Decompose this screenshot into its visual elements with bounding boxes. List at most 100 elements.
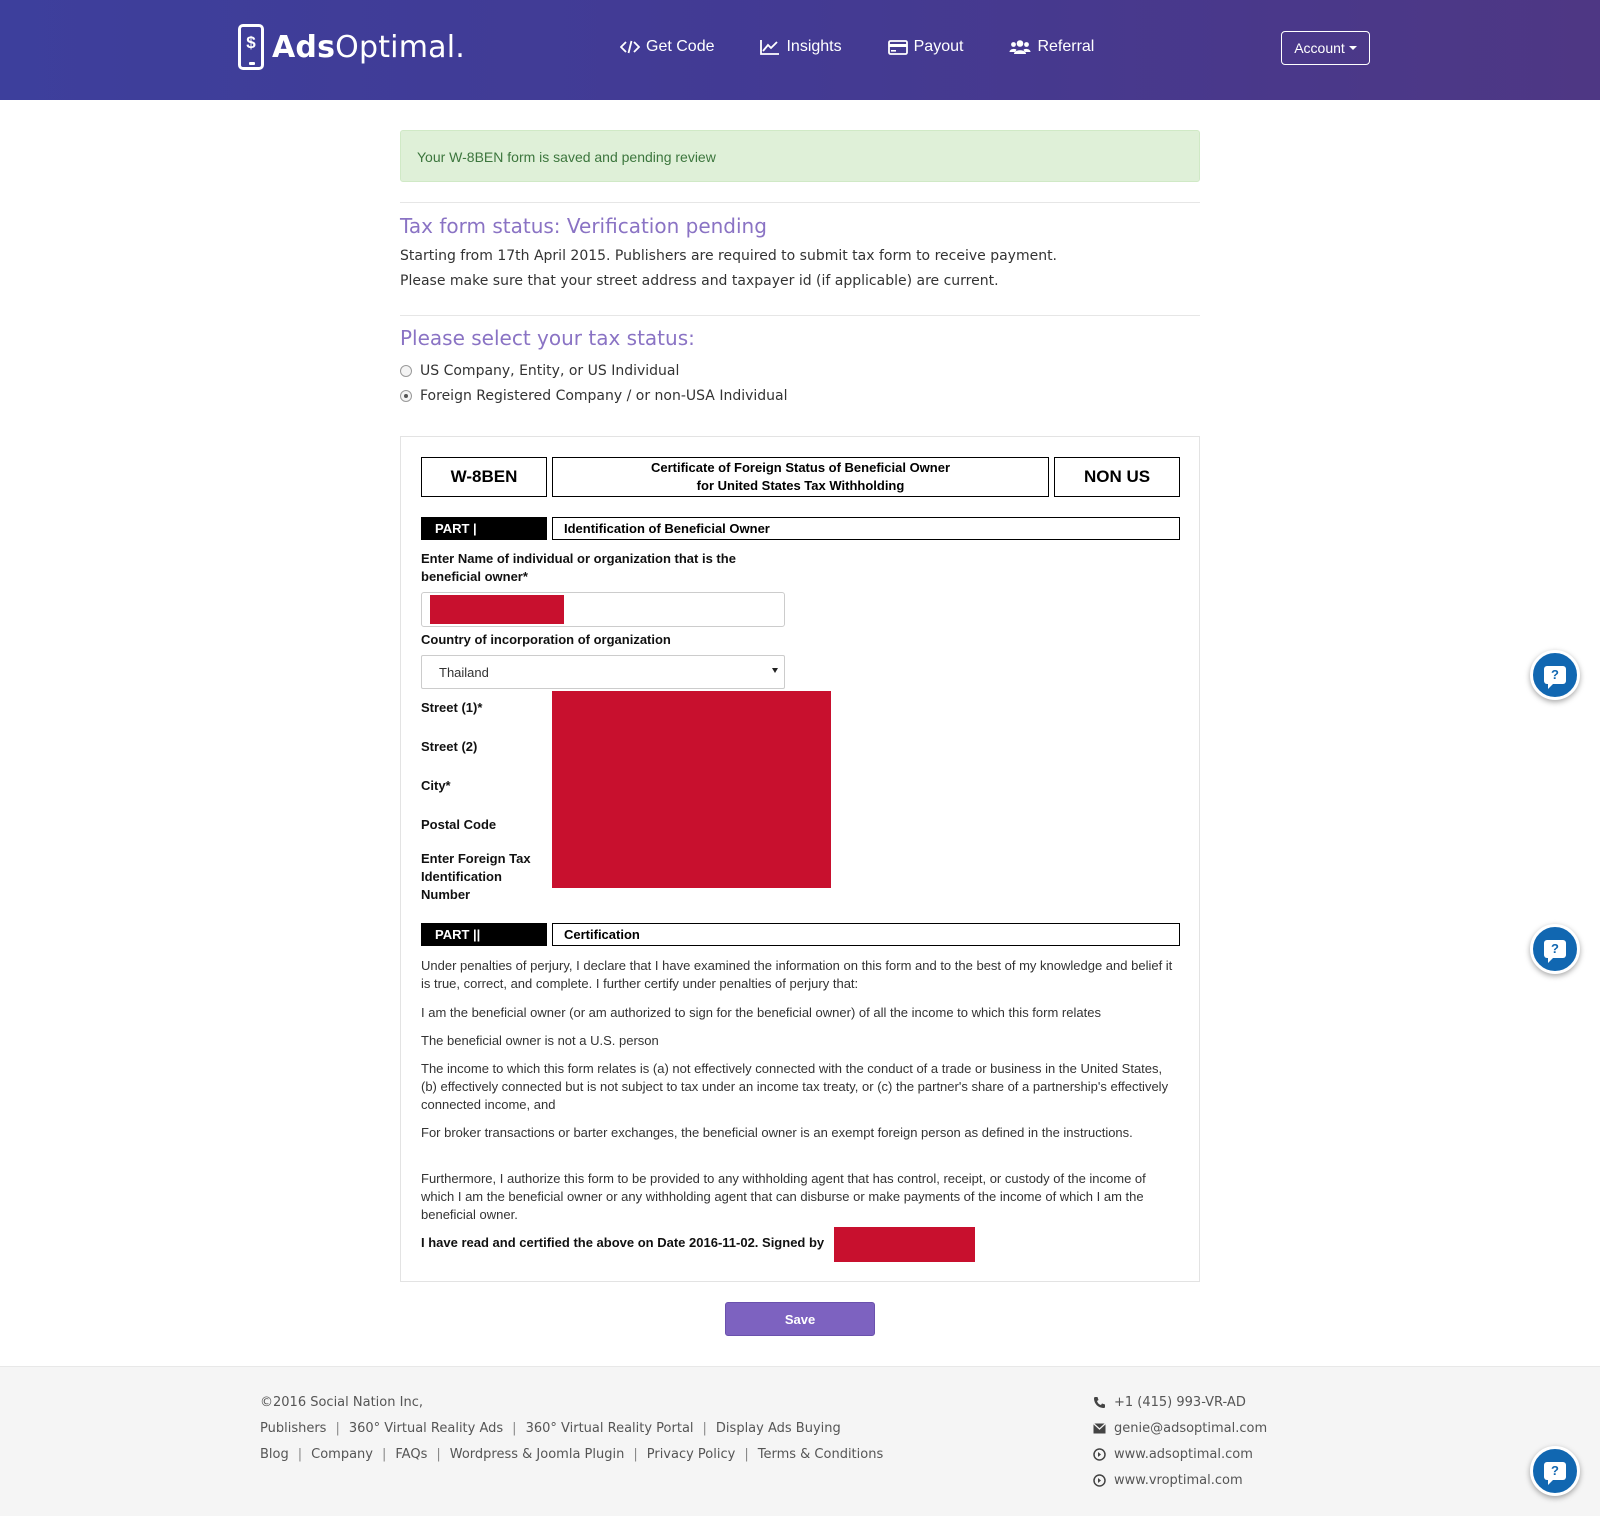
- footer-link-company[interactable]: Company: [311, 1447, 373, 1462]
- signature-statement: I have read and certified the above on D…: [421, 1235, 825, 1250]
- nav-get-code[interactable]: Get Code: [620, 38, 714, 56]
- contact-site-2[interactable]: www.vroptimal.com: [1093, 1473, 1243, 1488]
- radio-us-entity[interactable]: US Company, Entity, or US Individual: [400, 363, 679, 379]
- main-nav: Get Code Insights Payout Referral: [620, 38, 1140, 56]
- country-selected-value: Thailand: [439, 664, 489, 680]
- envelope-icon: [1093, 1423, 1106, 1434]
- tax-form-status-title: Tax form status: Verification pending: [400, 214, 767, 238]
- alert-text: Your W-8BEN form is saved and pending re…: [417, 149, 716, 165]
- footer-link-publishers[interactable]: Publishers: [260, 1421, 326, 1436]
- phone-icon: [1094, 1397, 1105, 1408]
- separator: |: [382, 1447, 387, 1462]
- radio-button[interactable]: [400, 365, 412, 377]
- footer: ©2016 Social Nation Inc, Publishers | 360°…: [0, 1366, 1600, 1516]
- certification-item-2: The beneficial owner is not a U.S. perso…: [421, 1033, 659, 1048]
- chat-question-icon: ?: [1544, 666, 1566, 689]
- part-label-text: PART |: [435, 521, 477, 536]
- brand-logo[interactable]: $ AdsOptimal.: [238, 24, 465, 70]
- form-code-text: W-8BEN: [450, 467, 518, 486]
- account-label: Account: [1294, 40, 1345, 56]
- footer-link-blog[interactable]: Blog: [260, 1447, 289, 1462]
- nav-insights[interactable]: Insights: [760, 38, 842, 56]
- separator: |: [335, 1421, 340, 1436]
- city-label: City*: [421, 778, 451, 793]
- divider: [400, 315, 1200, 316]
- email-text: genie@adsoptimal.com: [1114, 1421, 1268, 1436]
- form-title-line-1: Certificate of Foreign Status of Benefic…: [650, 460, 951, 475]
- site-text: www.adsoptimal.com: [1114, 1447, 1253, 1462]
- footer-links-row-1: Publishers | 360° Virtual Reality Ads | 360°…: [260, 1421, 841, 1436]
- separator: |: [702, 1421, 707, 1436]
- site-text: www.vroptimal.com: [1114, 1473, 1243, 1488]
- status-line-1: Starting from 17th April 2015. Publisher…: [400, 248, 1058, 264]
- separator: |: [633, 1447, 638, 1462]
- help-chat-button[interactable]: ?: [1530, 924, 1580, 974]
- certification-intro: Under penalties of perjury, I declare th…: [421, 958, 1173, 991]
- part-title-text: Identification of Beneficial Owner: [564, 521, 770, 536]
- footer-link-vr-ads[interactable]: 360° Virtual Reality Ads: [349, 1421, 503, 1436]
- top-navbar: $ AdsOptimal. Get Code Insights Payout R…: [0, 0, 1600, 100]
- help-chat-button[interactable]: ?: [1530, 650, 1580, 700]
- brand-name: AdsOptimal.: [272, 30, 465, 65]
- nav-referral[interactable]: Referral: [1009, 38, 1094, 56]
- brand-rest: Optimal.: [335, 29, 465, 65]
- part-1-label: PART |: [421, 517, 547, 540]
- phone-dollar-icon: $: [238, 24, 264, 70]
- separator: |: [512, 1421, 517, 1436]
- footer-links-row-2: Blog | Company | FAQs | Wordpress & Joomla Plu…: [260, 1447, 883, 1462]
- certification-item-3: The income to which this form relates is…: [421, 1061, 1169, 1112]
- success-alert: Your W-8BEN form is saved and pending re…: [400, 130, 1200, 182]
- radio-button-selected[interactable]: [400, 390, 412, 402]
- copyright: ©2016 Social Nation Inc,: [260, 1395, 423, 1410]
- street2-label: Street (2): [421, 739, 478, 754]
- nav-label: Referral: [1037, 38, 1095, 55]
- footer-link-terms[interactable]: Terms & Conditions: [758, 1447, 884, 1462]
- select-arrow-icon: [772, 668, 778, 673]
- contact-email[interactable]: genie@adsoptimal.com: [1093, 1421, 1267, 1436]
- status-line-2: Please make sure that your street addres…: [400, 273, 999, 289]
- footer-link-faqs[interactable]: FAQs: [395, 1447, 427, 1462]
- name-label: Enter Name of individual or organization…: [421, 551, 736, 584]
- circle-arrow-icon: [1093, 1448, 1106, 1461]
- part-label-text: PART ||: [435, 927, 481, 942]
- street1-label: Street (1)*: [421, 700, 483, 715]
- credit-card-icon: [887, 39, 908, 55]
- chat-question-icon: ?: [1544, 1462, 1566, 1485]
- users-icon: [1009, 40, 1031, 54]
- nav-label: Insights: [786, 38, 842, 55]
- redacted-value: [430, 595, 564, 624]
- redacted-address-fields[interactable]: [552, 691, 831, 888]
- account-dropdown-button[interactable]: Account: [1281, 31, 1370, 65]
- separator: |: [297, 1447, 303, 1462]
- form-scope-text: NON US: [1083, 467, 1151, 486]
- save-button[interactable]: Save: [725, 1302, 875, 1336]
- contact-site-1[interactable]: www.adsoptimal.com: [1093, 1447, 1253, 1462]
- radio-label: Foreign Registered Company / or non-USA …: [420, 388, 788, 404]
- footer-link-display-ads[interactable]: Display Ads Buying: [716, 1421, 841, 1436]
- beneficial-owner-name-input[interactable]: [421, 592, 785, 627]
- country-select[interactable]: Thailand: [421, 655, 785, 689]
- footer-link-plugin[interactable]: Wordpress & Joomla Plugin: [450, 1447, 625, 1462]
- part-title-text: Certification: [564, 927, 640, 942]
- form-title: Certificate of Foreign Status of Benefic…: [552, 457, 1049, 497]
- separator: |: [436, 1447, 441, 1462]
- chart-line-icon: [760, 40, 780, 55]
- footer-link-privacy[interactable]: Privacy Policy: [647, 1447, 736, 1462]
- redacted-signature: [834, 1227, 975, 1262]
- footer-link-vr-portal[interactable]: 360° Virtual Reality Portal: [526, 1421, 694, 1436]
- caret-down-icon: [1348, 46, 1357, 50]
- help-chat-button[interactable]: ?: [1530, 1446, 1580, 1496]
- contact-phone[interactable]: +1 (415) 993-VR-AD: [1093, 1395, 1246, 1410]
- code-icon: [620, 40, 640, 54]
- part-1-title: Identification of Beneficial Owner: [552, 517, 1180, 540]
- w8ben-form: W-8BEN Certificate of Foreign Status of …: [400, 436, 1200, 1282]
- nav-payout[interactable]: Payout: [887, 38, 964, 56]
- certification-item-1: I am the beneficial owner (or am authori…: [421, 1005, 1101, 1020]
- certification-item-5: Furthermore, I authorize this form to be…: [421, 1171, 1146, 1222]
- tax-status-title: Please select your tax status:: [400, 326, 695, 350]
- tin-label: Enter Foreign Tax Identification Number: [421, 851, 531, 902]
- phone-text: +1 (415) 993-VR-AD: [1114, 1395, 1246, 1410]
- nav-label: Payout: [913, 38, 964, 55]
- part-2-label: PART ||: [421, 923, 547, 946]
- radio-foreign-entity[interactable]: Foreign Registered Company / or non-USA …: [400, 388, 788, 404]
